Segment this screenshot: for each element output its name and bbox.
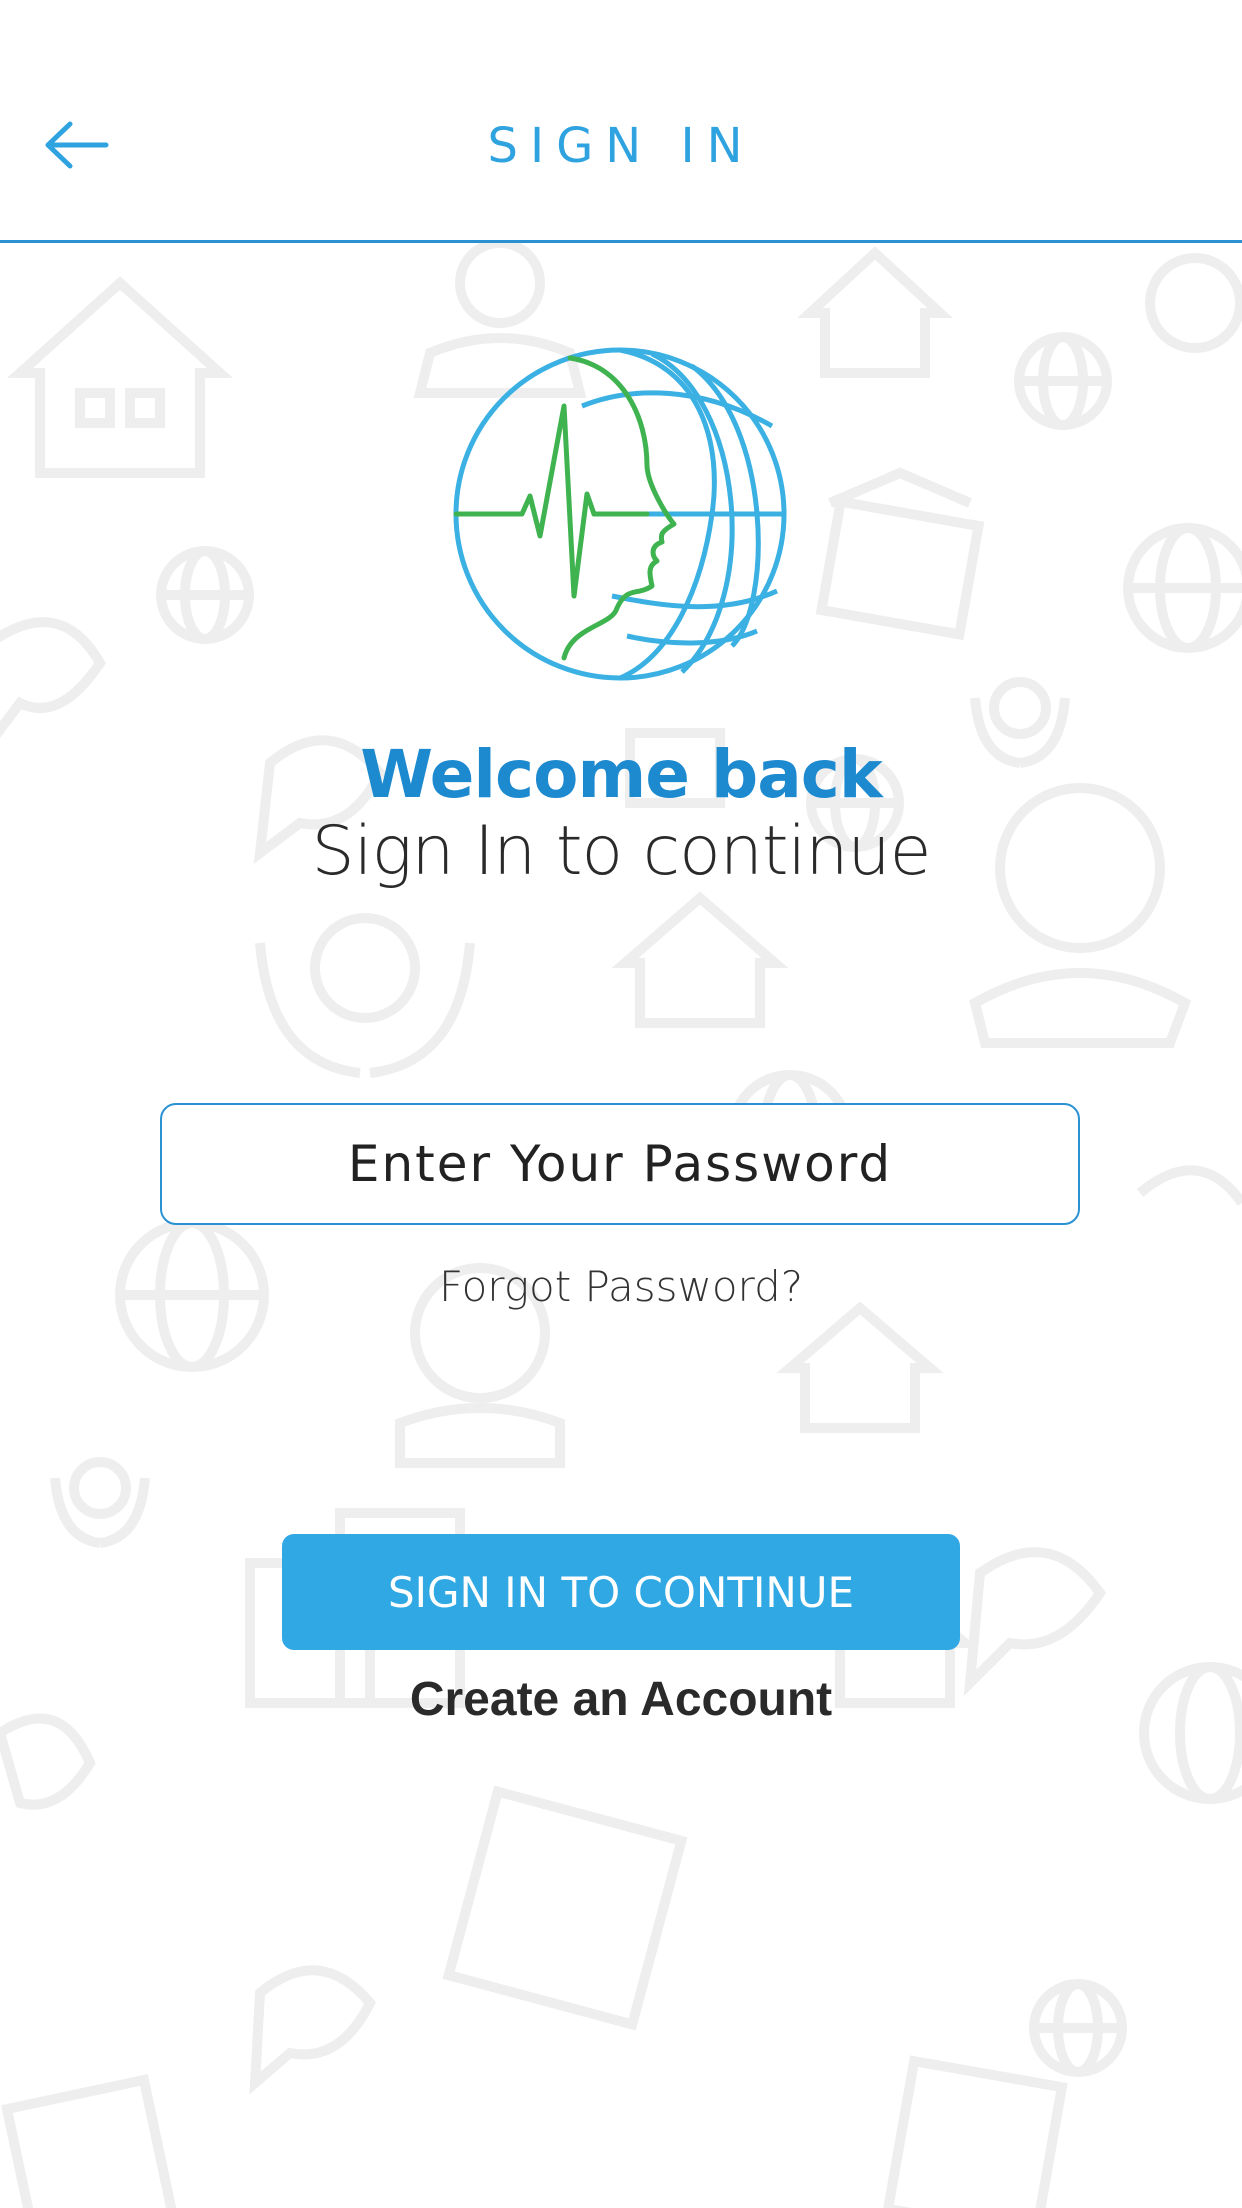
- forgot-password-link[interactable]: Forgot Password?: [0, 1262, 1242, 1311]
- page-title: SIGN IN: [487, 118, 755, 174]
- welcome-title: Welcome back: [360, 736, 883, 813]
- welcome-subtitle: Sign In to continue: [311, 812, 932, 891]
- password-field[interactable]: [160, 1103, 1080, 1225]
- create-account-link[interactable]: Create an Account: [0, 1672, 1242, 1727]
- password-input[interactable]: [162, 1134, 1078, 1194]
- app-header: SIGN IN: [0, 0, 1242, 243]
- signin-content: Welcome back Sign In to continue Forgot …: [0, 0, 1242, 2208]
- signin-button[interactable]: SIGN IN TO CONTINUE: [282, 1534, 960, 1650]
- globe-face-heartbeat-logo: [453, 347, 787, 681]
